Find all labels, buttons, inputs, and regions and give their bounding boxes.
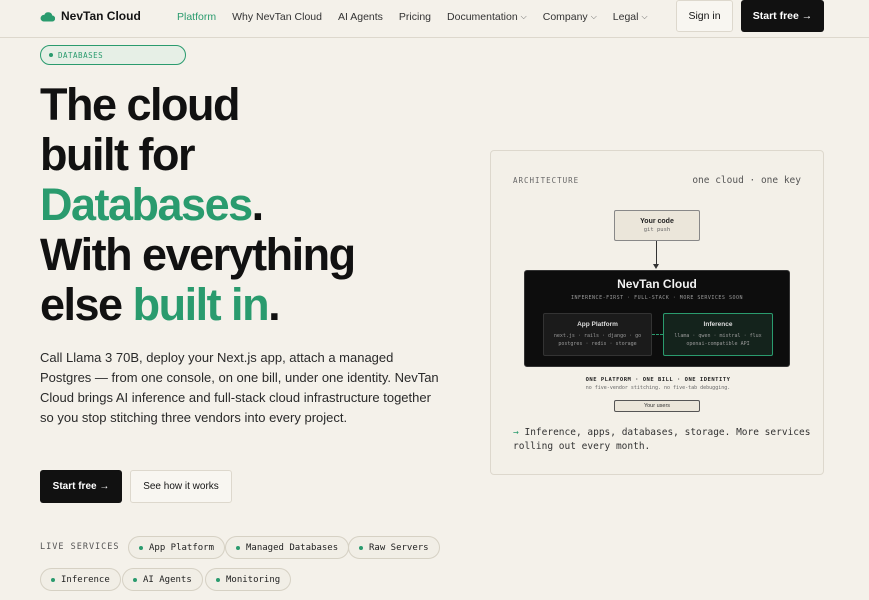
category-tag: DATABASES bbox=[40, 45, 186, 65]
chevron-down-icon: ⌵ bbox=[520, 12, 527, 21]
status-dot-icon bbox=[359, 545, 363, 550]
your-code-title: Your code bbox=[640, 218, 674, 225]
inference-title: Inference bbox=[703, 321, 733, 328]
logo-text: NevTan Cloud bbox=[61, 9, 141, 23]
title-period: . bbox=[251, 179, 265, 230]
one-platform-label: ONE PLATFORM · ONE BILL · ONE IDENTITY bbox=[585, 377, 731, 383]
nav-legal-label: Legal bbox=[612, 11, 639, 23]
nav-platform[interactable]: Platform bbox=[177, 11, 216, 23]
title-else: else bbox=[40, 279, 133, 330]
architecture-panel: ARCHITECTURE one cloud · one key Your co… bbox=[490, 150, 824, 475]
chip-label: Monitoring bbox=[226, 574, 281, 585]
chip-label: Managed Databases bbox=[246, 542, 339, 553]
title-line-1: The cloud bbox=[40, 79, 241, 130]
status-dot-icon bbox=[133, 577, 137, 582]
service-chip-managed-databases[interactable]: Managed Databases bbox=[225, 536, 350, 559]
service-chip-monitoring[interactable]: Monitoring bbox=[205, 568, 292, 591]
signin-button[interactable]: Sign in bbox=[676, 0, 733, 32]
nav-why[interactable]: Why NevTan Cloud bbox=[232, 11, 322, 23]
service-chip-ai-agents[interactable]: AI Agents bbox=[122, 568, 203, 591]
cloud-logo-icon bbox=[40, 11, 55, 22]
nav-links: Platform Why NevTan Cloud AI Agents Pric… bbox=[177, 11, 664, 23]
tag-dot-icon bbox=[49, 53, 53, 57]
service-chip-app-platform[interactable]: App Platform bbox=[128, 536, 226, 559]
see-how-button[interactable]: See how it works bbox=[130, 470, 232, 503]
chip-label: Raw Servers bbox=[369, 542, 429, 553]
footnote-text: Inference, apps, databases, storage. Mor… bbox=[513, 427, 811, 452]
your-code-sub: git push bbox=[643, 227, 671, 233]
nav-company[interactable]: Company ⌵ bbox=[543, 11, 597, 23]
chevron-down-icon: ⌵ bbox=[641, 12, 648, 21]
status-dot-icon bbox=[236, 545, 240, 550]
chip-label: App Platform bbox=[149, 542, 215, 553]
your-code-box: Your code git push bbox=[614, 210, 700, 241]
title-accent: Databases bbox=[40, 179, 253, 230]
top-nav: NevTan Cloud Platform Why NevTan Cloud A… bbox=[0, 0, 869, 38]
live-services-label: LIVE SERVICES bbox=[40, 542, 120, 552]
status-dot-icon bbox=[139, 545, 143, 550]
tag-label: DATABASES bbox=[58, 50, 104, 60]
cloud-title: NevTan Cloud bbox=[617, 277, 697, 291]
start-free-button[interactable]: Start free → bbox=[40, 470, 122, 503]
title-line-5: else built in. bbox=[40, 280, 480, 330]
hero-description: Call Llama 3 70B, deploy your Next.js ap… bbox=[40, 350, 439, 425]
nav-documentation-label: Documentation bbox=[447, 11, 518, 23]
nav-pricing[interactable]: Pricing bbox=[399, 11, 431, 23]
title-line-3: Databases. bbox=[40, 180, 480, 230]
title-period-2: . bbox=[268, 279, 281, 330]
architecture-footnote: → Inference, apps, databases, storage. M… bbox=[513, 426, 813, 454]
arrow-down-icon bbox=[653, 264, 659, 269]
inference-line-1: llama · qwen · mistral · flux bbox=[674, 333, 762, 339]
nav-company-label: Company bbox=[542, 11, 588, 23]
arrow-right-icon: → bbox=[513, 427, 519, 438]
title-built-in: built in bbox=[132, 279, 270, 330]
cloud-box: NevTan Cloud INFERENCE-FIRST · FULL-STAC… bbox=[524, 270, 790, 367]
service-chip-inference[interactable]: Inference bbox=[40, 568, 121, 591]
no-five-vendor-label: no five-vendor stitching. no five-tab de… bbox=[585, 385, 731, 391]
status-dot-icon bbox=[51, 577, 55, 582]
nav-legal[interactable]: Legal ⌵ bbox=[613, 11, 648, 23]
your-users-box: Your users bbox=[614, 400, 700, 412]
logo[interactable]: NevTan Cloud bbox=[40, 9, 141, 23]
flow-arrow-line bbox=[656, 241, 657, 265]
start-free-nav-button[interactable]: Start free → bbox=[741, 0, 824, 32]
nav-ai-agents[interactable]: AI Agents bbox=[338, 11, 383, 23]
app-platform-line-2: postgres · redis · storage bbox=[558, 341, 637, 347]
chip-label: Inference bbox=[61, 574, 110, 585]
status-dot-icon bbox=[216, 577, 220, 582]
page-title: The cloud built for Databases. With ever… bbox=[40, 80, 480, 330]
app-platform-title: App Platform bbox=[577, 321, 618, 328]
service-chip-raw-servers[interactable]: Raw Servers bbox=[348, 536, 440, 559]
architecture-label: ARCHITECTURE bbox=[513, 176, 580, 185]
inference-box: Inference llama · qwen · mistral · flux … bbox=[663, 313, 773, 356]
app-platform-box: App Platform next.js · rails · django · … bbox=[543, 313, 652, 356]
connector-line bbox=[652, 334, 663, 335]
title-line-4: With everything bbox=[40, 229, 356, 280]
chip-label: AI Agents bbox=[143, 574, 192, 585]
architecture-tagline: one cloud · one key bbox=[692, 175, 801, 186]
inference-line-2: openai-compatible API bbox=[686, 341, 750, 347]
chevron-down-icon: ⌵ bbox=[590, 12, 597, 21]
nav-documentation[interactable]: Documentation ⌵ bbox=[447, 11, 527, 23]
title-line-2: built for bbox=[40, 129, 195, 180]
cloud-subtitle: INFERENCE-FIRST · FULL-STACK · MORE SERV… bbox=[570, 295, 743, 301]
app-platform-line-1: next.js · rails · django · go bbox=[553, 333, 642, 339]
